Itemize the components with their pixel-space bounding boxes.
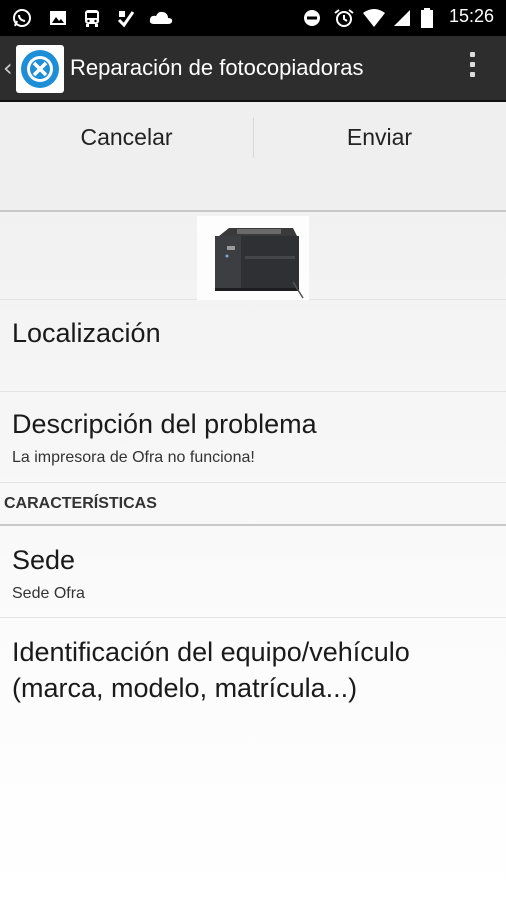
location-label: Localización [12, 318, 161, 348]
report-form: Localización Descripción del problema La… [0, 212, 506, 900]
image-icon [50, 11, 66, 25]
bus-icon [85, 10, 99, 27]
alarm-icon [334, 9, 354, 27]
wifi-icon [363, 9, 385, 27]
location-row[interactable]: Localización [0, 300, 506, 392]
equipment-id-row[interactable]: Identificación del equipo/vehículo (marc… [0, 618, 506, 728]
site-value: Sede Ofra [12, 585, 85, 602]
app-logo[interactable] [16, 45, 64, 93]
cancel-button[interactable]: Cancelar [0, 102, 253, 172]
action-bar: ‹ Reparación de fotocopiadoras [0, 36, 506, 102]
battery-icon [421, 8, 433, 28]
site-row[interactable]: Sede Sede Ofra [0, 526, 506, 618]
printer-image-icon [197, 216, 309, 300]
page-title: Reparación de fotocopiadoras [70, 55, 364, 80]
section-header-label: CARACTERÍSTICAS [4, 495, 157, 512]
signal-icon [394, 10, 410, 26]
whatsapp-icon [13, 9, 31, 27]
cloud-icon [149, 11, 173, 24]
photo-row [0, 212, 506, 300]
printer-photo[interactable] [197, 216, 309, 300]
do-not-disturb-icon [304, 10, 320, 26]
status-time: 15:26 [448, 6, 494, 26]
site-label: Sede [12, 545, 76, 575]
description-row[interactable]: Descripción del problema La impresora de… [0, 392, 506, 483]
send-button[interactable]: Enviar [253, 102, 506, 172]
description-label: Descripción del problema [12, 409, 317, 439]
characteristics-section-header: CARACTERÍSTICAS [0, 483, 506, 526]
overflow-menu-icon[interactable] [468, 52, 476, 86]
button-bar: Cancelar Enviar [0, 102, 506, 213]
app-logo-icon [21, 50, 59, 88]
back-chevron-icon[interactable]: ‹ [3, 54, 13, 82]
app-icon [117, 11, 135, 28]
description-value: La impresora de Ofra no funciona! [12, 449, 255, 466]
equipment-id-label: Identificación del equipo/vehículo (marc… [12, 637, 410, 703]
status-bar: 15:26 [0, 0, 506, 36]
